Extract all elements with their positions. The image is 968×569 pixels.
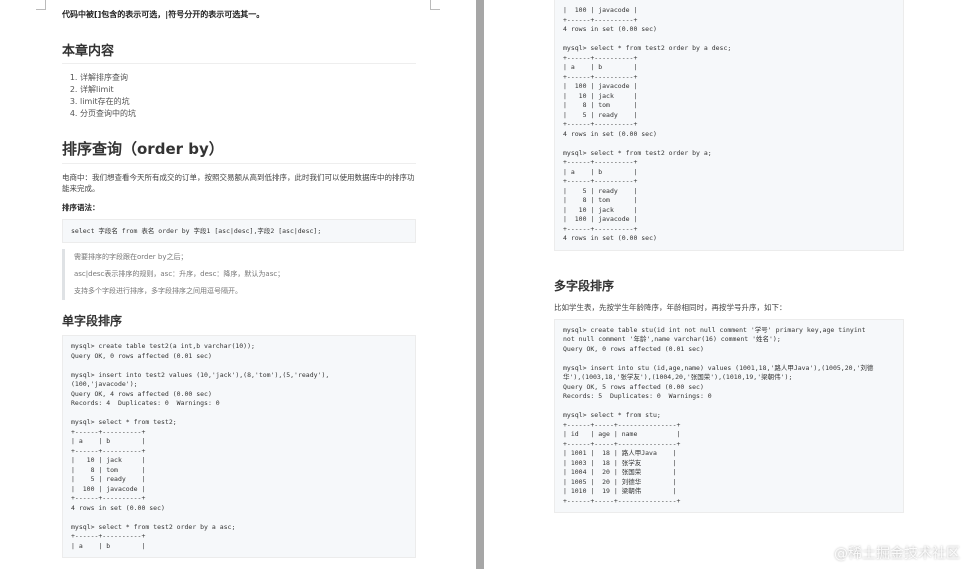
page-corner-mark (36, 0, 46, 10)
sort-query-heading: 排序查询（order by） (62, 138, 416, 164)
multi-field-code-block: mysql> create table stu(id int not null … (554, 318, 904, 513)
site-watermark: @稀土掘金技术社区 (834, 546, 960, 562)
toc-item[interactable]: 详解limit (80, 84, 416, 96)
sort-description: 电商中：我们想查看今天所有成交的订单，按照交易额从高到低排序，此时我们可以使用数… (62, 173, 415, 193)
page-corner-mark (430, 0, 440, 10)
left-page: 代码中被[]包含的表示可选，|符号分开的表示可选其一。 本章内容 详解排序查询 … (0, 0, 476, 569)
notes-blockquote: 需要排序的字段跟在order by之后； asc|desc表示排序的规则，asc… (62, 249, 416, 300)
syntax-code-block: select 字段名 from 表名 order by 字段1 [asc|des… (62, 219, 416, 243)
note-line: asc|desc表示排序的规则，asc：升序，desc：降序，默认为asc； (74, 270, 285, 278)
single-field-heading: 单字段排序 (62, 314, 123, 328)
multi-field-description: 比如学生表，先按学生年龄降序，年龄相同时，再按学号升序，如下： (554, 302, 787, 312)
note-line: 需要排序的字段跟在order by之后； (74, 253, 188, 261)
toc-item[interactable]: 详解排序查询 (80, 72, 416, 84)
toc-item[interactable]: limit存在的坑 (80, 96, 416, 108)
multi-field-heading: 多字段排序 (554, 278, 615, 293)
single-field-code-block: mysql> create table test2(a int,b varcha… (62, 335, 416, 558)
left-page-content: 代码中被[]包含的表示可选，|符号分开的表示可选其一。 本章内容 详解排序查询 … (62, 8, 416, 558)
right-page: | 100 | javacode | +------+----------+ 4… (484, 0, 968, 569)
syntax-label: 排序语法： (62, 203, 100, 212)
chapter-heading: 本章内容 (62, 40, 416, 64)
note-line: 支持多个字段进行排序，多字段排序之间用逗号隔开。 (74, 287, 242, 295)
order-results-code-block: | 100 | javacode | +------+----------+ 4… (554, 0, 904, 251)
toc-item[interactable]: 分页查询中的坑 (80, 108, 416, 120)
right-page-content: | 100 | javacode | +------+----------+ 4… (554, 0, 904, 513)
intro-text: 代码中被[]包含的表示可选，|符号分开的表示可选其一。 (62, 10, 265, 19)
chapter-toc: 详解排序查询 详解limit limit存在的坑 分页查询中的坑 (62, 72, 416, 120)
